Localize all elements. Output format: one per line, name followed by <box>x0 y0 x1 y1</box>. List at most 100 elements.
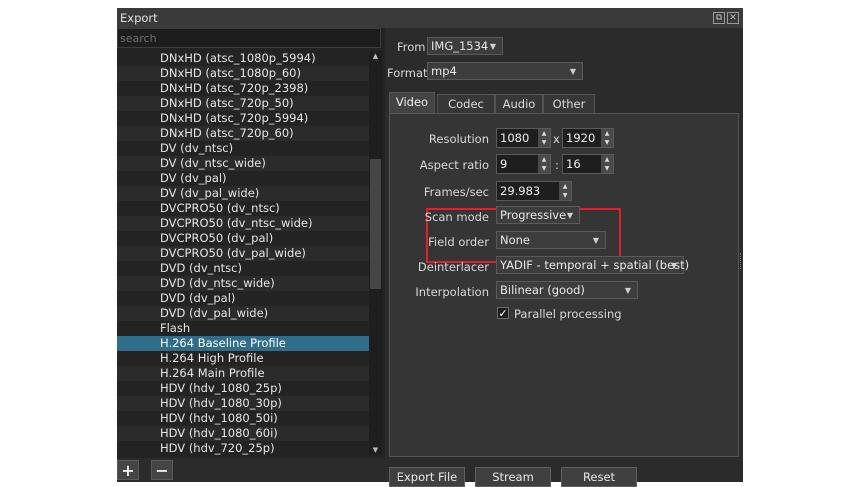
preset-item[interactable]: DVD (dv_ntsc) <box>117 261 369 276</box>
preset-item[interactable]: H.264 Baseline Profile <box>117 336 369 351</box>
preset-item[interactable]: DVD (dv_pal_wide) <box>117 306 369 321</box>
chevron-down-icon: ▼ <box>670 261 677 270</box>
scan-mode-select[interactable]: Progressive ▼ <box>496 206 580 224</box>
from-select[interactable]: IMG_1534 ▼ <box>427 37 503 55</box>
chevron-down-icon: ▼ <box>489 42 496 51</box>
preset-item[interactable]: DNxHD (atsc_720p_50) <box>117 96 369 111</box>
stream-button[interactable]: Stream <box>475 467 551 487</box>
preset-item[interactable]: HDV (hdv_1080_60i) <box>117 426 369 441</box>
from-label: From <box>397 40 426 54</box>
preset-item[interactable]: DVCPRO50 (dv_pal) <box>117 231 369 246</box>
preset-item[interactable]: DVD (dv_ntsc_wide) <box>117 276 369 291</box>
interpolation-label: Interpolation <box>415 285 489 299</box>
export-panel: Export ⧉ ✕ search DNxHD (atsc_1080p_5994… <box>117 8 744 487</box>
preset-item[interactable]: DNxHD (atsc_1080p_60) <box>117 66 369 81</box>
resolution-width-spinbox[interactable]: 1080 ▲ ▼ <box>496 128 551 148</box>
preset-pane: search DNxHD (atsc_1080p_5994) DNxHD (ats… <box>117 28 385 482</box>
preset-item[interactable]: Flash <box>117 321 369 336</box>
arrow-up-icon[interactable]: ▲ <box>601 155 613 164</box>
preset-item[interactable]: HDV (hdv_1080_50i) <box>117 411 369 426</box>
arrow-down-icon[interactable]: ▼ <box>538 138 550 147</box>
preset-item[interactable]: DVCPRO50 (dv_ntsc_wide) <box>117 216 369 231</box>
preset-item[interactable]: DV (dv_pal) <box>117 171 369 186</box>
preset-item[interactable]: H.264 Main Profile <box>117 366 369 381</box>
scroll-down-icon[interactable]: ▼ <box>369 445 382 455</box>
preset-item[interactable]: DVCPRO50 (dv_pal_wide) <box>117 246 369 261</box>
title-bar: Export ⧉ ✕ <box>117 8 743 28</box>
resolution-label: Resolution <box>428 132 489 146</box>
preset-item[interactable]: DNxHD (atsc_720p_60) <box>117 126 369 141</box>
preset-item[interactable]: DNxHD (atsc_720p_5994) <box>117 111 369 126</box>
preset-item[interactable]: DVD (dv_pal) <box>117 291 369 306</box>
arrow-down-icon[interactable]: ▼ <box>538 164 550 173</box>
remove-preset-button[interactable]: − <box>151 460 173 480</box>
preset-item[interactable]: DNxHD (atsc_720p_2398) <box>117 81 369 96</box>
add-preset-button[interactable]: + <box>117 460 139 480</box>
preset-item[interactable]: HDV (hdv_1080_25p) <box>117 381 369 396</box>
deinterlacer-value: YADIF - temporal + spatial (best) <box>500 258 690 272</box>
preset-item[interactable]: HDV (hdv_720_25p) <box>117 441 369 455</box>
close-icon[interactable]: ✕ <box>727 12 739 24</box>
settings-pane: From IMG_1534 ▼ Format mp4 ▼ Video Codec… <box>387 28 744 487</box>
field-order-value: None <box>500 233 531 247</box>
resolution-separator: x <box>553 132 560 146</box>
field-order-select[interactable]: None ▼ <box>496 231 606 249</box>
spin-arrows[interactable]: ▲ ▼ <box>601 129 613 147</box>
arrow-up-icon[interactable]: ▲ <box>538 129 550 138</box>
aspect-ratio-label: Aspect ratio <box>419 158 489 172</box>
preset-list: DNxHD (atsc_1080p_5994) DNxHD (atsc_1080p… <box>117 51 369 455</box>
scan-mode-value: Progressive <box>500 208 567 222</box>
aspect-separator: : <box>555 158 559 172</box>
spin-arrows[interactable]: ▲ ▼ <box>538 129 550 147</box>
preset-actions: + − <box>117 458 385 482</box>
arrow-down-icon[interactable]: ▼ <box>601 164 613 173</box>
fps-spinbox[interactable]: 29.983 ▲ ▼ <box>496 181 572 201</box>
scrollbar-thumb[interactable] <box>370 159 381 289</box>
deinterlacer-select[interactable]: YADIF - temporal + spatial (best) ▼ <box>496 256 689 274</box>
format-select[interactable]: mp4 ▼ <box>427 62 583 80</box>
fps-value: 29.983 <box>500 184 541 198</box>
scroll-up-icon[interactable]: ▲ <box>369 51 382 61</box>
spin-arrows[interactable]: ▲ ▼ <box>559 182 571 200</box>
preset-item[interactable]: DVCPRO50 (dv_ntsc) <box>117 201 369 216</box>
preset-item[interactable]: HDV (hdv_1080_30p) <box>117 396 369 411</box>
export-file-button[interactable]: Export File <box>389 467 465 487</box>
parallel-processing-checkbox[interactable]: ✓ <box>497 307 509 319</box>
arrow-up-icon[interactable]: ▲ <box>559 182 571 191</box>
preset-scrollbar[interactable]: ▲ ▼ <box>369 51 382 455</box>
tab-video[interactable]: Video <box>389 92 435 114</box>
aspect-den-spinbox[interactable]: 16 ▲ ▼ <box>562 154 614 174</box>
from-value: IMG_1534 <box>431 39 489 53</box>
reset-button[interactable]: Reset <box>561 467 637 487</box>
video-tab-panel: Resolution 1080 ▲ ▼ x 1920 ▲ ▼ Aspect rati… <box>389 113 739 457</box>
search-input[interactable]: search <box>117 28 381 48</box>
scan-mode-label: Scan mode <box>424 210 489 224</box>
arrow-up-icon[interactable]: ▲ <box>601 129 613 138</box>
chevron-down-icon: ▼ <box>569 67 576 76</box>
aspect-num-value: 9 <box>500 157 508 171</box>
resolution-height-spinbox[interactable]: 1920 ▲ ▼ <box>562 128 614 148</box>
format-label: Format <box>387 66 428 80</box>
preset-item[interactable]: H.264 High Profile <box>117 351 369 366</box>
undock-icon[interactable]: ⧉ <box>713 12 725 24</box>
aspect-num-spinbox[interactable]: 9 ▲ ▼ <box>496 154 551 174</box>
preset-item[interactable]: DNxHD (atsc_1080p_5994) <box>117 51 369 66</box>
arrow-down-icon[interactable]: ▼ <box>559 191 571 200</box>
tab-other[interactable]: Other <box>543 94 595 114</box>
preset-item[interactable]: DV (dv_ntsc_wide) <box>117 156 369 171</box>
arrow-down-icon[interactable]: ▼ <box>601 138 613 147</box>
tab-codec[interactable]: Codec <box>437 94 495 114</box>
spin-arrows[interactable]: ▲ ▼ <box>538 155 550 173</box>
arrow-up-icon[interactable]: ▲ <box>538 155 550 164</box>
tab-audio[interactable]: Audio <box>495 94 543 114</box>
interpolation-select[interactable]: Bilinear (good) ▼ <box>496 281 638 299</box>
preset-item[interactable]: DV (dv_pal_wide) <box>117 186 369 201</box>
deinterlacer-label: Deinterlacer <box>417 260 489 274</box>
chevron-down-icon: ▼ <box>624 286 631 295</box>
fps-label: Frames/sec <box>423 185 489 199</box>
preset-item[interactable]: DV (dv_ntsc) <box>117 141 369 156</box>
resolution-height-value: 1920 <box>566 131 596 145</box>
resolution-width-value: 1080 <box>500 131 530 145</box>
spin-arrows[interactable]: ▲ ▼ <box>601 155 613 173</box>
splitter-handle[interactable] <box>740 253 744 269</box>
